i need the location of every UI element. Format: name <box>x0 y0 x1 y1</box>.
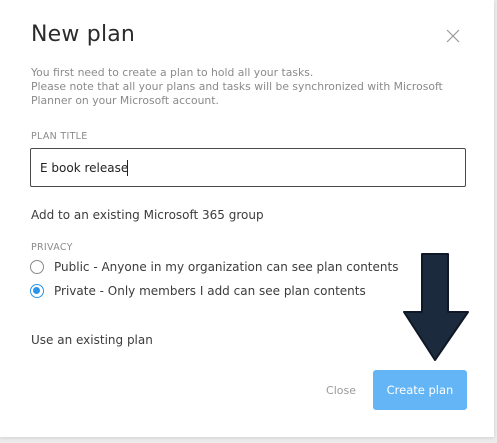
dialog-description: You first need to create a plan to hold … <box>31 66 471 108</box>
dialog-title: New plan <box>31 22 136 47</box>
use-existing-plan-link[interactable]: Use an existing plan <box>31 333 153 347</box>
private-radio[interactable] <box>30 284 44 298</box>
privacy-label: PRIVACY <box>31 242 73 253</box>
description-line: Please note that all your plans and task… <box>31 80 443 93</box>
privacy-option-private[interactable]: Private - Only members I add can see pla… <box>30 284 366 298</box>
plan-title-input[interactable] <box>30 148 466 187</box>
private-radio-label: Private - Only members I add can see pla… <box>54 284 366 298</box>
description-line: You first need to create a plan to hold … <box>31 66 314 79</box>
close-button[interactable]: Close <box>313 372 369 410</box>
new-plan-dialog: New plan You first need to create a plan… <box>0 0 494 437</box>
public-radio-label: Public - Anyone in my organization can s… <box>54 260 399 274</box>
privacy-option-public[interactable]: Public - Anyone in my organization can s… <box>30 260 398 274</box>
description-line: Planner on your Microsoft account. <box>31 94 219 107</box>
down-arrow-icon <box>403 253 469 361</box>
add-to-existing-group-link[interactable]: Add to an existing Microsoft 365 group <box>31 208 264 222</box>
text-caret <box>127 160 128 176</box>
public-radio[interactable] <box>30 260 44 274</box>
close-x-icon[interactable] <box>444 27 462 45</box>
plan-title-label: PLAN TITLE <box>31 131 88 142</box>
create-plan-button[interactable]: Create plan <box>373 370 467 410</box>
